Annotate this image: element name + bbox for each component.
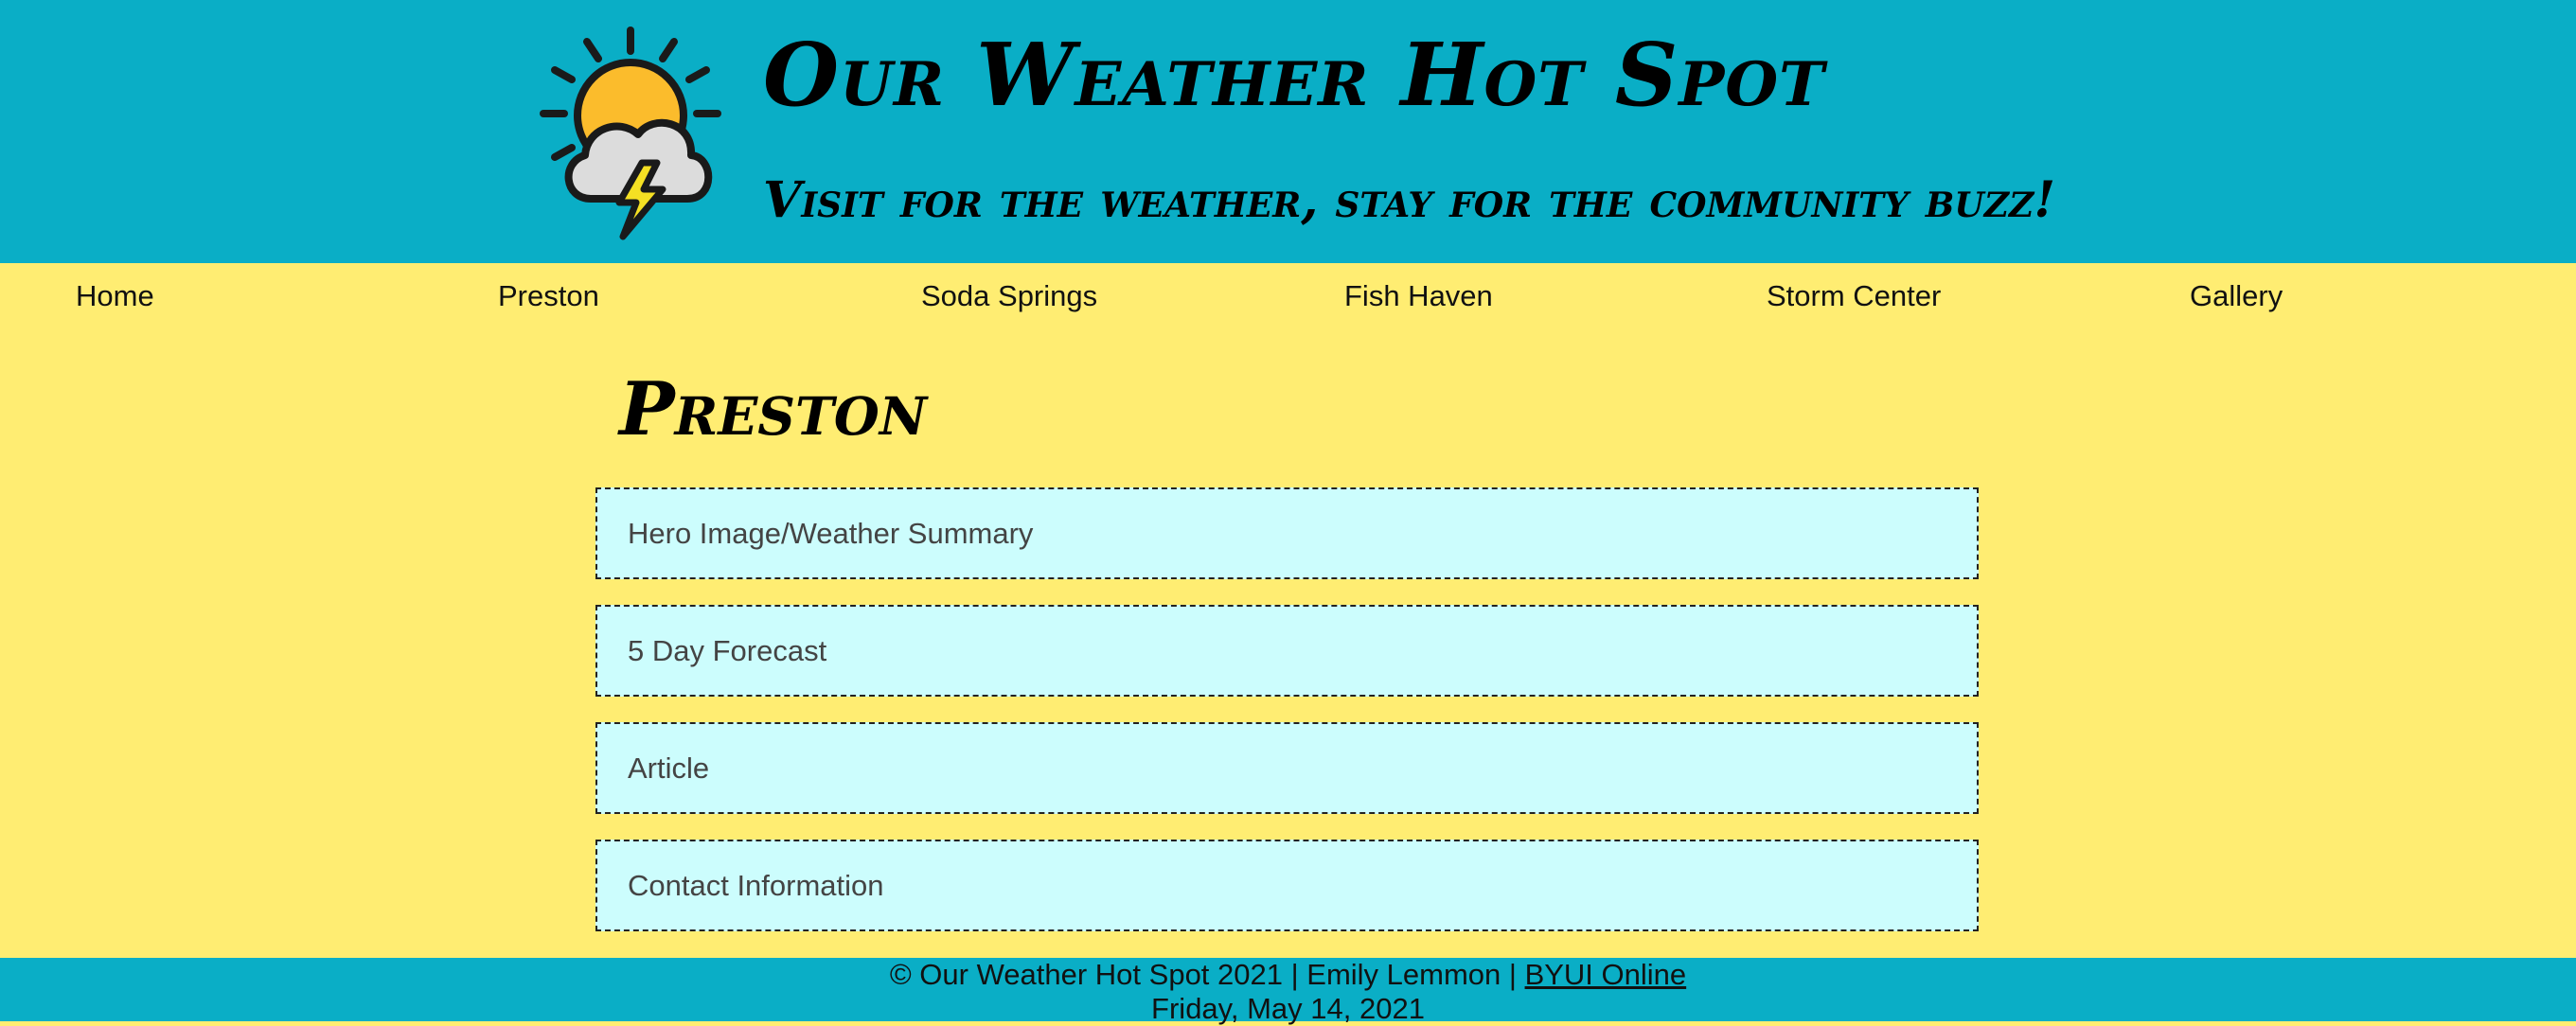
site-title: Our Weather Hot Spot [763, 24, 1825, 126]
page-title: Preston [619, 366, 928, 452]
main-nav: Home Preston Soda Springs Fish Haven Sto… [0, 263, 2576, 329]
section-label: Article [628, 752, 710, 785]
nav-item-soda-springs[interactable]: Soda Springs [921, 274, 1097, 318]
nav-item-home[interactable]: Home [76, 274, 154, 318]
five-day-forecast-section: 5 Day Forecast [595, 605, 1979, 697]
nav-item-gallery[interactable]: Gallery [2190, 274, 2283, 318]
site-footer: © Our Weather Hot Spot 2021 | Emily Lemm… [0, 958, 2576, 1025]
section-label: 5 Day Forecast [628, 634, 827, 667]
section-label: Hero Image/Weather Summary [628, 517, 1034, 550]
hero-weather-summary-section: Hero Image/Weather Summary [595, 487, 1979, 579]
byui-online-link[interactable]: BYUI Online [1525, 958, 1687, 991]
article-section: Article [595, 722, 1979, 814]
section-label: Contact Information [628, 869, 884, 902]
nav-item-storm-center[interactable]: Storm Center [1767, 274, 1941, 318]
sun-cloud-lightning-icon [540, 27, 721, 240]
nav-item-preston[interactable]: Preston [498, 274, 599, 318]
footer-copyright: © Our Weather Hot Spot 2021 | Emily Lemm… [889, 958, 1525, 991]
footer-copyright-line: © Our Weather Hot Spot 2021 | Emily Lemm… [0, 958, 2576, 992]
nav-item-fish-haven[interactable]: Fish Haven [1344, 274, 1493, 318]
site-tagline: Visit for the weather, stay for the comm… [763, 171, 2056, 229]
contact-information-section: Contact Information [595, 840, 1979, 931]
site-header: Our Weather Hot Spot Visit for the weath… [0, 0, 2576, 263]
